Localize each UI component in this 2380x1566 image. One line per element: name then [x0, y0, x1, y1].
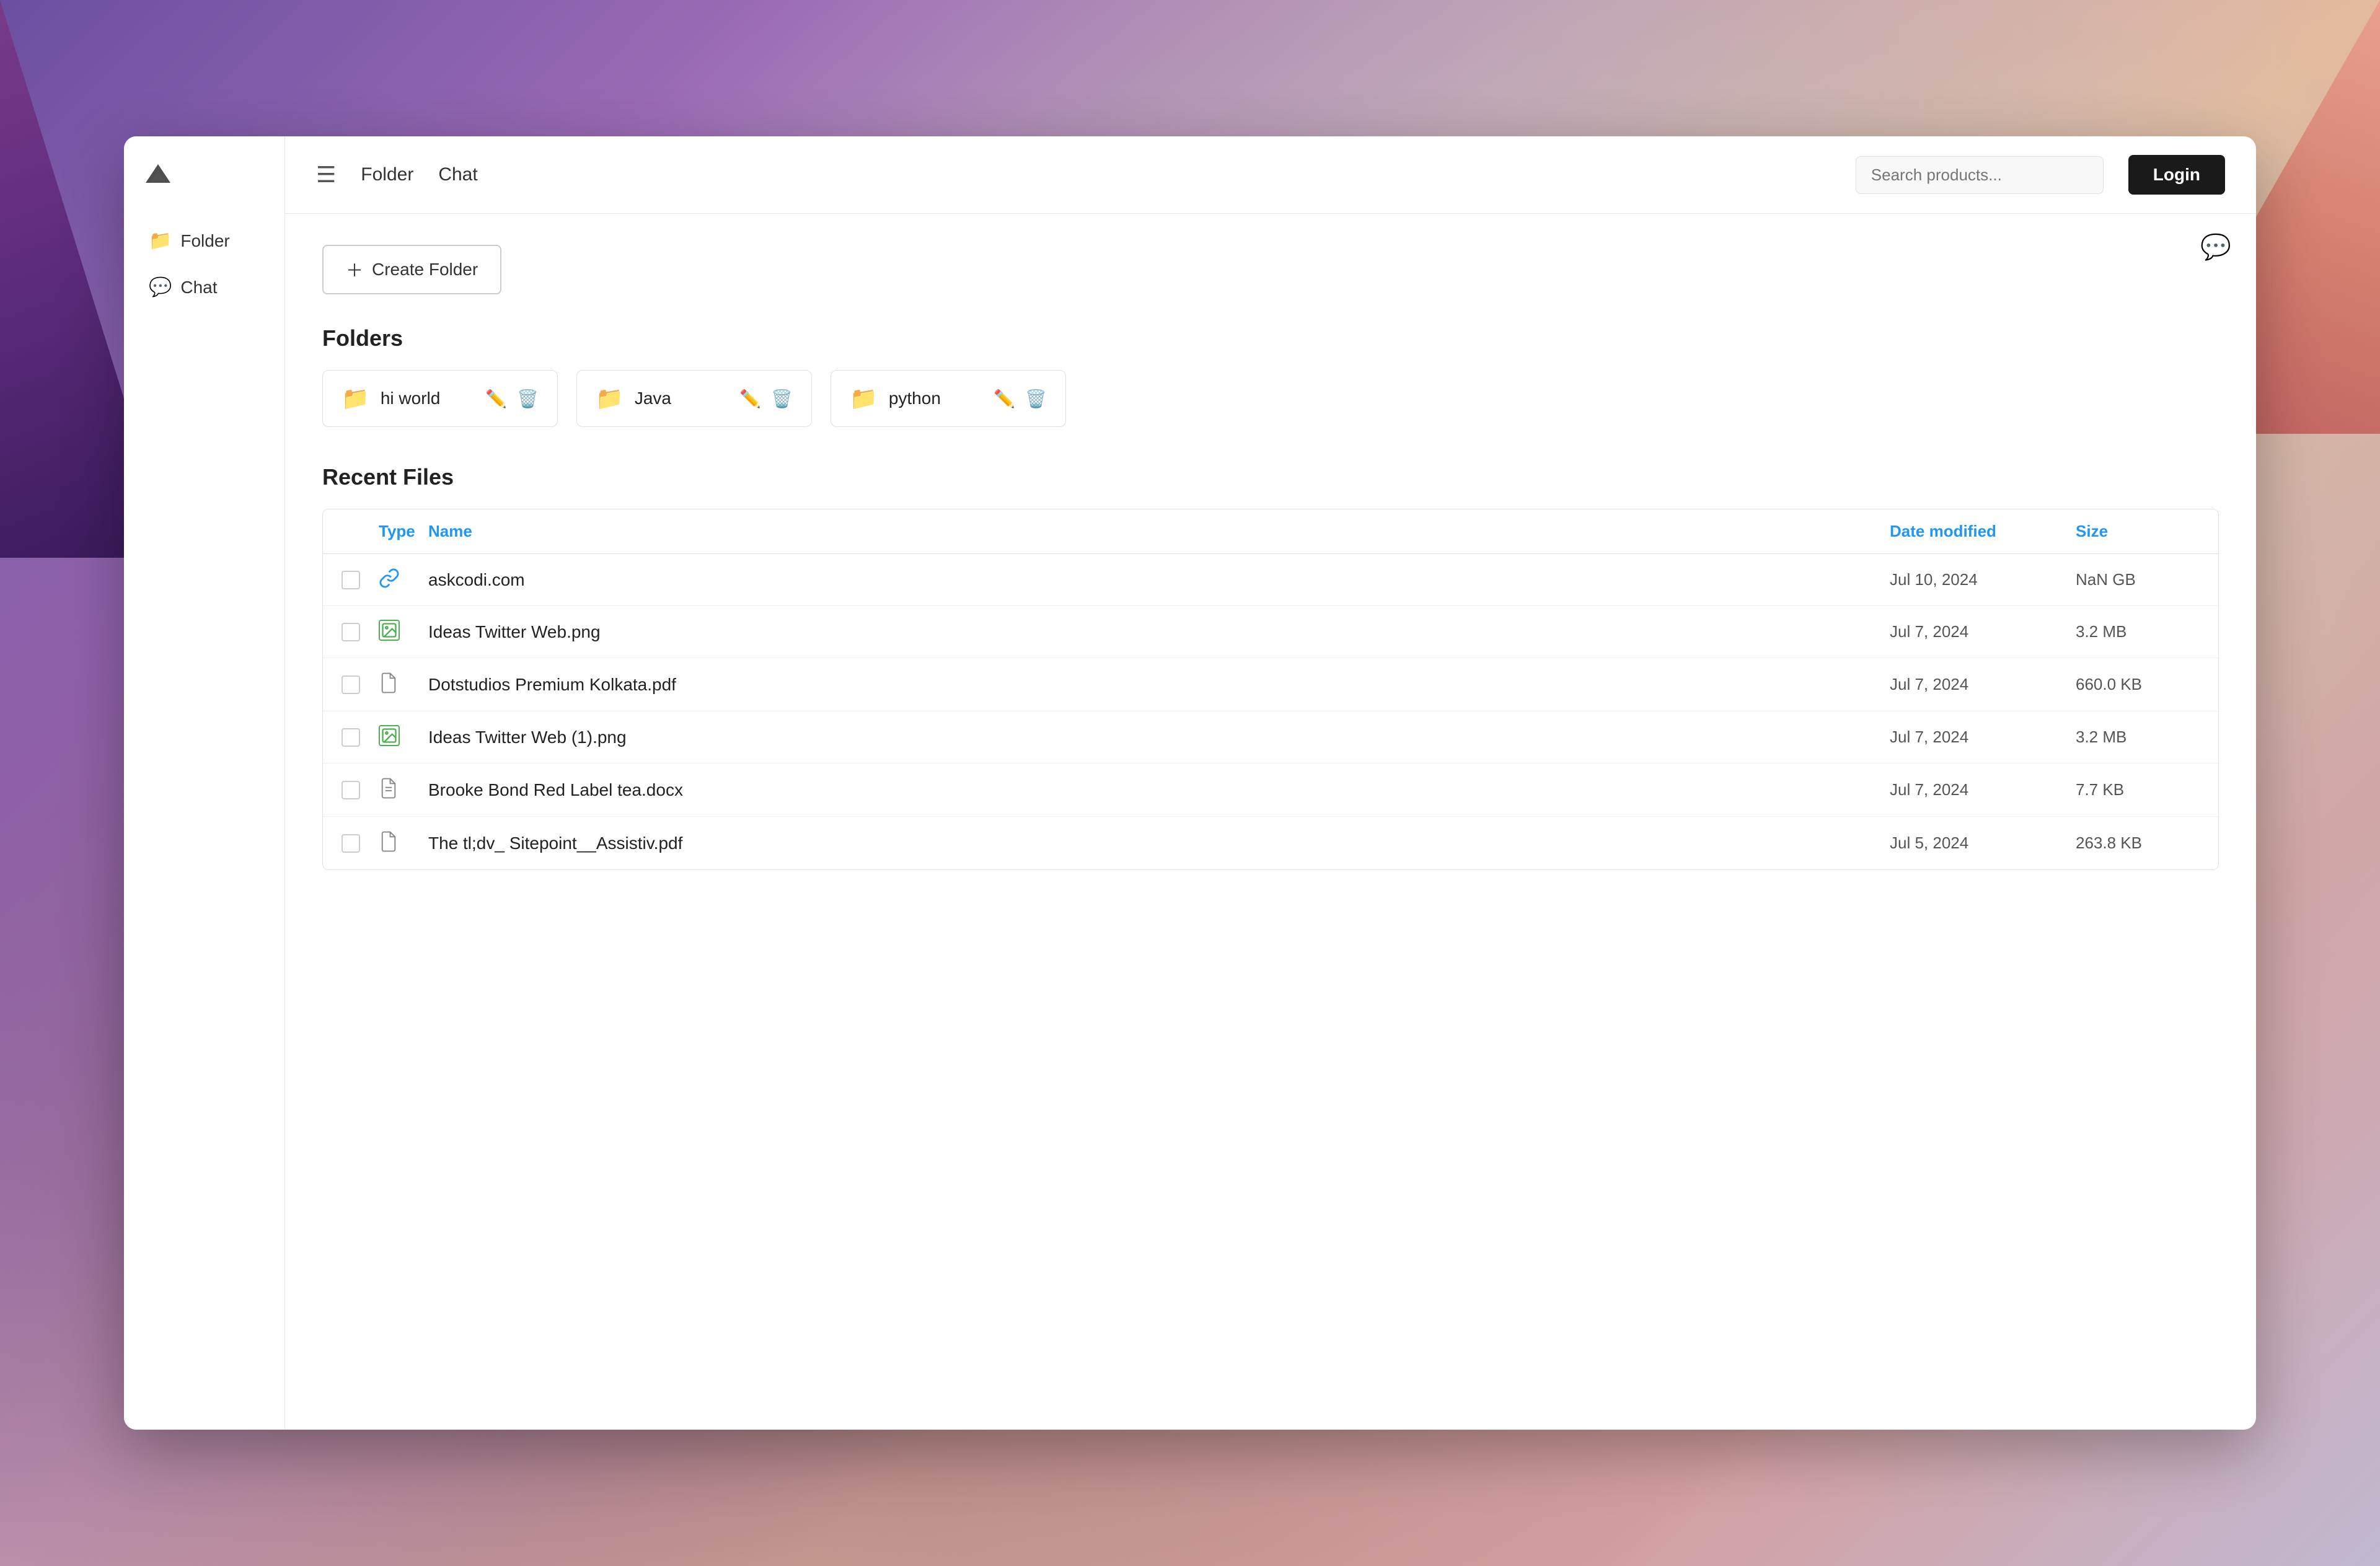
login-button[interactable]: Login [2128, 155, 2225, 195]
file-checkbox-3[interactable] [342, 675, 360, 694]
file-name-4: Ideas Twitter Web (1).png [428, 728, 1890, 747]
sidebar-logo [136, 161, 272, 189]
header-nav-chat[interactable]: Chat [438, 164, 477, 185]
file-date-4: Jul 7, 2024 [1890, 728, 2076, 747]
folder-actions-java: ✏️ 🗑️ [739, 389, 793, 409]
main-content: ☰ Folder Chat Login 💬 ＋ Create Folder Fo… [285, 136, 2256, 1430]
folder-card-java[interactable]: 📁 Java ✏️ 🗑️ [576, 370, 812, 427]
folder-name-python: python [889, 389, 982, 408]
file-checkbox-6[interactable] [342, 834, 360, 853]
file-type-icon-doc [379, 777, 428, 803]
header-nav: Folder Chat [361, 164, 477, 185]
table-col-size: Size [2076, 522, 2200, 541]
folder-card-python[interactable]: 📁 python ✏️ 🗑️ [831, 370, 1066, 427]
chat-icon: 💬 [149, 276, 172, 298]
file-size-5: 7.7 KB [2076, 780, 2200, 799]
folder-icon: 📁 [149, 230, 172, 252]
file-size-3: 660.0 KB [2076, 675, 2200, 694]
file-name-5: Brooke Bond Red Label tea.docx [428, 780, 1890, 800]
table-row: Brooke Bond Red Label tea.docx Jul 7, 20… [323, 763, 2218, 817]
folder-actions-python: ✏️ 🗑️ [994, 389, 1047, 409]
app-window: 📁 Folder 💬 Chat ☰ Folder Chat Login [124, 136, 2256, 1430]
folder-edit-java[interactable]: ✏️ [739, 389, 761, 409]
folder-name-hi-world: hi world [381, 389, 474, 408]
folder-card-hi-world[interactable]: 📁 hi world ✏️ 🗑️ [322, 370, 558, 427]
chat-float-button[interactable]: 💬 [2200, 232, 2231, 262]
table-row: The tl;dv_ Sitepoint__Assistiv.pdf Jul 5… [323, 817, 2218, 869]
table-col-name: Name [428, 522, 1890, 541]
recent-files-table: Type Name Date modified Size [322, 509, 2219, 870]
recent-files-title: Recent Files [322, 464, 2219, 490]
file-checkbox-1[interactable] [342, 571, 360, 589]
create-folder-button[interactable]: ＋ Create Folder [322, 245, 501, 294]
file-type-icon-image-2 [379, 725, 428, 749]
table-row: Dotstudios Premium Kolkata.pdf Jul 7, 20… [323, 658, 2218, 711]
header-nav-folder[interactable]: Folder [361, 164, 413, 185]
folders-grid: 📁 hi world ✏️ 🗑️ 📁 Java ✏️ 🗑️ [322, 370, 2219, 427]
file-date-2: Jul 7, 2024 [1890, 622, 2076, 641]
file-type-icon-pdf-2 [379, 830, 428, 856]
sidebar-item-folder-label: Folder [180, 231, 229, 251]
recent-files-section: Recent Files Type Name Date modified Siz… [322, 464, 2219, 870]
sidebar-item-chat-label: Chat [180, 278, 217, 297]
create-folder-label: Create Folder [372, 260, 478, 279]
file-checkbox-5[interactable] [342, 781, 360, 799]
sidebar-item-folder[interactable]: 📁 Folder [136, 220, 272, 262]
file-checkbox-4[interactable] [342, 728, 360, 747]
folder-edit-hi-world[interactable]: ✏️ [485, 389, 507, 409]
search-box [1856, 156, 2104, 194]
file-type-icon-image-1 [379, 620, 428, 644]
file-name-1: askcodi.com [428, 570, 1890, 590]
file-date-3: Jul 7, 2024 [1890, 675, 2076, 694]
folder-delete-hi-world[interactable]: 🗑️ [517, 389, 539, 409]
header: ☰ Folder Chat Login [285, 136, 2256, 214]
folder-edit-python[interactable]: ✏️ [994, 389, 1015, 409]
file-size-1: NaN GB [2076, 570, 2200, 589]
plus-icon: ＋ [346, 257, 363, 282]
table-header: Type Name Date modified Size [323, 509, 2218, 554]
file-date-1: Jul 10, 2024 [1890, 570, 2076, 589]
sidebar-nav: 📁 Folder 💬 Chat [136, 220, 272, 308]
folders-section: Folders 📁 hi world ✏️ 🗑️ 📁 Ja [322, 325, 2219, 427]
folder-delete-java[interactable]: 🗑️ [771, 389, 793, 409]
file-name-3: Dotstudios Premium Kolkata.pdf [428, 675, 1890, 695]
file-name-6: The tl;dv_ Sitepoint__Assistiv.pdf [428, 834, 1890, 853]
table-col-date: Date modified [1890, 522, 2076, 541]
table-row: Ideas Twitter Web (1).png Jul 7, 2024 3.… [323, 711, 2218, 763]
file-date-6: Jul 5, 2024 [1890, 834, 2076, 853]
folder-actions-hi-world: ✏️ 🗑️ [485, 389, 539, 409]
folder-icon-hi-world: 📁 [342, 385, 369, 411]
table-row: Ideas Twitter Web.png Jul 7, 2024 3.2 MB [323, 606, 2218, 658]
file-size-2: 3.2 MB [2076, 622, 2200, 641]
table-col-type: Type [379, 522, 428, 541]
file-type-icon-pdf-1 [379, 672, 428, 697]
folder-icon-java: 📁 [596, 385, 624, 411]
file-type-icon-link [379, 568, 428, 592]
folder-icon-python: 📁 [850, 385, 878, 411]
menu-icon[interactable]: ☰ [316, 162, 336, 188]
file-size-4: 3.2 MB [2076, 728, 2200, 747]
folder-delete-python[interactable]: 🗑️ [1025, 389, 1047, 409]
search-input[interactable] [1871, 165, 2088, 185]
file-name-2: Ideas Twitter Web.png [428, 622, 1890, 642]
folder-name-java: Java [635, 389, 728, 408]
table-row: askcodi.com Jul 10, 2024 NaN GB [323, 554, 2218, 606]
file-size-6: 263.8 KB [2076, 834, 2200, 853]
sidebar-item-chat[interactable]: 💬 Chat [136, 266, 272, 308]
sidebar: 📁 Folder 💬 Chat [124, 136, 285, 1430]
folders-section-title: Folders [322, 325, 2219, 351]
file-checkbox-2[interactable] [342, 623, 360, 641]
page-body: 💬 ＋ Create Folder Folders 📁 hi world ✏️ [285, 214, 2256, 1430]
file-date-5: Jul 7, 2024 [1890, 780, 2076, 799]
